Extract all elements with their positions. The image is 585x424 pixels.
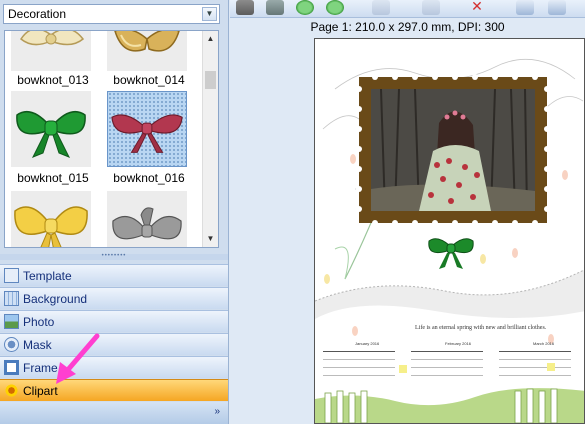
clipart-thumb-bowknot-014[interactable] (107, 31, 187, 71)
monitor-icon[interactable] (516, 0, 534, 15)
nav-label: Frame (23, 360, 58, 375)
nav-label: Photo (23, 314, 55, 329)
delete-icon[interactable]: ✕ (468, 0, 486, 15)
copy-icon[interactable] (372, 0, 390, 15)
crop-icon[interactable] (266, 0, 284, 15)
nav-clipart[interactable]: Clipart (0, 379, 228, 401)
clipart-thumb-bowknot-016[interactable] (107, 91, 187, 167)
page-info: Page 1: 210.0 x 297.0 mm, DPI: 300 (310, 20, 505, 34)
nav-label: Background (23, 291, 88, 306)
chevron-down-icon[interactable]: ▼ (202, 7, 217, 21)
nav-label: Clipart (23, 383, 58, 398)
paste-icon[interactable] (422, 0, 440, 15)
nav-mask[interactable]: Mask (0, 333, 228, 355)
category-select-value: Decoration (8, 7, 67, 21)
page-canvas[interactable]: Life is an eternal spring with new and b… (314, 38, 585, 424)
scroll-up-icon[interactable]: ▲ (203, 31, 218, 47)
clipart-gallery: bowknot_013 bowknot_014 bowknot_015 bowk… (4, 30, 219, 248)
panel-footer: » (0, 402, 228, 424)
template-icon (4, 268, 19, 283)
background-icon (4, 291, 19, 306)
scroll-down-icon[interactable]: ▼ (203, 231, 218, 247)
clipart-thumb-yellow-bow[interactable] (11, 191, 91, 247)
sunflower-icon (4, 383, 19, 398)
thumb-label: bowknot_015 (17, 171, 89, 185)
nav-label: Mask (23, 337, 52, 352)
clipart-thumb-bowknot-013[interactable] (11, 31, 91, 71)
nav-background[interactable]: Background (0, 287, 228, 309)
gallery-scrollbar[interactable]: ▲ ▼ (202, 31, 218, 247)
clipart-thumb-bowknot-015[interactable] (11, 91, 91, 167)
nav-frame[interactable]: Frame (0, 356, 228, 378)
toolbar: ✕ (230, 0, 585, 18)
nav-photo[interactable]: Photo (0, 310, 228, 332)
frame-icon (4, 360, 19, 375)
chevron-double-right-icon[interactable]: » (214, 406, 220, 417)
nav-label: Template (23, 268, 72, 283)
canvas-quote: Life is an eternal spring with new and b… (415, 324, 547, 331)
panel-splitter[interactable]: •••••••• (0, 253, 228, 260)
clipart-thumb-gray-bow[interactable] (107, 191, 187, 247)
left-panel: Decoration ▼ bowknot_013 bowknot_014 bow… (0, 0, 229, 424)
calendar-month: January 2016 (355, 341, 380, 346)
scrollbar-thumb[interactable] (205, 71, 216, 89)
category-select[interactable]: Decoration ▼ (3, 4, 220, 24)
move-down-icon[interactable] (326, 0, 344, 15)
photo-icon (4, 314, 19, 329)
thumb-label: bowknot_014 (113, 73, 185, 87)
person-icon[interactable] (236, 0, 254, 15)
mask-icon (4, 337, 19, 352)
nav-template[interactable]: Template (0, 264, 228, 286)
fit-page-icon[interactable] (548, 0, 566, 15)
move-up-icon[interactable] (296, 0, 314, 15)
calendar-month: February 2016 (445, 341, 472, 346)
thumb-label: bowknot_013 (17, 73, 89, 87)
calendar-month: March 2016 (533, 341, 555, 346)
thumb-label: bowknot_016 (113, 171, 185, 185)
